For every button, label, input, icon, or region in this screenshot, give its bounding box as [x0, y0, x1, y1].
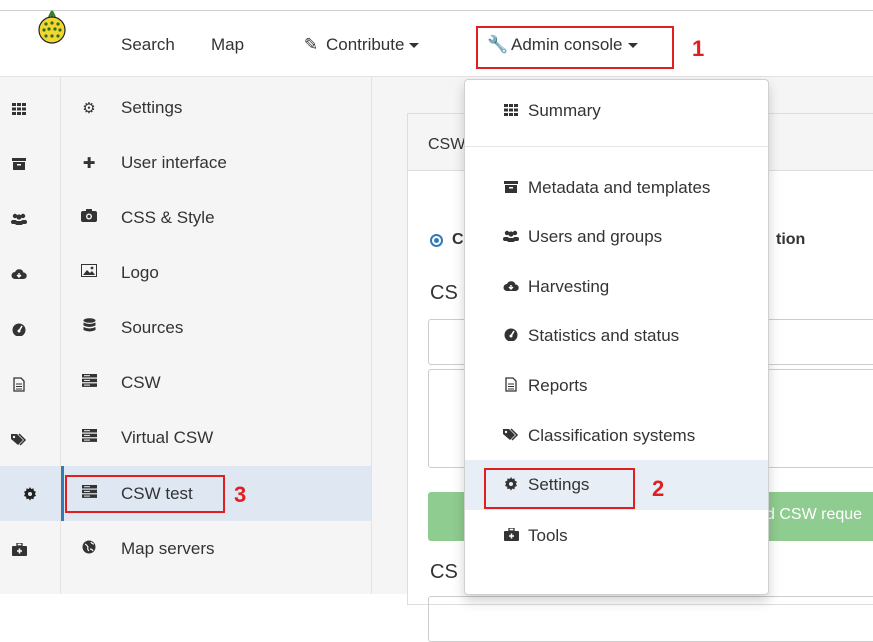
annotation-number-2: 2: [652, 476, 665, 501]
section-heading: CS: [430, 282, 458, 304]
nav-search[interactable]: Search: [121, 35, 175, 55]
pencil-icon: ✎: [303, 35, 319, 54]
dashboard-icon[interactable]: [8, 318, 30, 340]
database-icon: [79, 318, 99, 337]
response-field[interactable]: [428, 596, 873, 642]
settings-sidebar: ⚙ Settings ✚ User interface CSS & Style Lo…: [61, 77, 372, 594]
image-icon: [79, 264, 99, 281]
users-icon: [502, 229, 520, 245]
menu-item-classification-systems[interactable]: Classification systems: [465, 414, 768, 458]
cloud-icon[interactable]: [8, 263, 30, 285]
nav-map[interactable]: Map: [211, 35, 244, 55]
sidebar-item-settings[interactable]: ⚙ Settings: [61, 80, 371, 135]
cogs-icon: ⚙: [82, 99, 96, 117]
sidebar-item-sources[interactable]: Sources: [61, 300, 371, 355]
server-icon: [79, 429, 99, 446]
puzzle-icon: ✚: [82, 154, 96, 172]
globe-icon: [79, 540, 99, 558]
cog-icon[interactable]: [0, 466, 60, 521]
nav-contribute[interactable]: ✎ Contribute: [302, 35, 420, 55]
sidebar-item-logo[interactable]: Logo: [61, 245, 371, 300]
highlight-box-csw-test: [65, 475, 225, 513]
file-icon: [502, 377, 520, 395]
highlight-box-admin-console: [476, 26, 674, 69]
menu-item-summary[interactable]: Summary: [465, 89, 768, 133]
sidebar-item-css-style[interactable]: CSS & Style: [61, 190, 371, 245]
file-icon[interactable]: [8, 373, 30, 395]
radio-option[interactable]: [430, 234, 443, 247]
menu-item-users-groups[interactable]: Users and groups: [465, 215, 768, 259]
radio-label: C: [452, 231, 464, 248]
dashboard-icon: [502, 328, 520, 344]
medkit-icon[interactable]: [8, 538, 30, 560]
admin-console-dropdown: Summary Metadata and templates Users and…: [464, 79, 769, 595]
tags-icon[interactable]: [8, 428, 30, 450]
sidebar-item-map-servers[interactable]: Map servers: [61, 521, 371, 576]
menu-item-harvesting[interactable]: Harvesting: [465, 265, 768, 309]
menu-item-reports[interactable]: Reports: [465, 364, 768, 408]
server-icon: [79, 374, 99, 391]
archive-icon: [502, 180, 520, 196]
archive-icon[interactable]: [8, 153, 30, 175]
highlight-box-settings: [484, 468, 635, 509]
th-icon: [502, 103, 520, 119]
pineapple-logo-icon[interactable]: [36, 9, 68, 45]
section-heading-2: CS: [430, 561, 458, 583]
camera-icon: [79, 209, 99, 226]
menu-item-statistics-status[interactable]: Statistics and status: [465, 314, 768, 358]
caret-down-icon: [409, 43, 420, 49]
annotation-number-1: 1: [692, 36, 705, 61]
cloud-icon: [502, 279, 520, 295]
icon-sidebar: [0, 77, 61, 594]
navbar: Search Map ✎ Contribute 🔧 Admin console: [0, 9, 873, 77]
users-icon[interactable]: [8, 208, 30, 230]
tags-icon: [502, 428, 520, 444]
sidebar-item-csw[interactable]: CSW: [61, 355, 371, 410]
annotation-number-3: 3: [234, 482, 247, 507]
menu-item-tools[interactable]: Tools: [465, 514, 768, 558]
sidebar-item-virtual-csw[interactable]: Virtual CSW: [61, 410, 371, 465]
menu-item-metadata-templates[interactable]: Metadata and templates: [465, 166, 768, 210]
th-icon[interactable]: [8, 98, 30, 120]
sidebar-item-user-interface[interactable]: ✚ User interface: [61, 135, 371, 190]
menu-divider: [465, 146, 768, 147]
panel-title: CSW: [428, 136, 466, 153]
radio-label-end: tion: [776, 231, 806, 248]
medkit-icon: [502, 528, 520, 544]
